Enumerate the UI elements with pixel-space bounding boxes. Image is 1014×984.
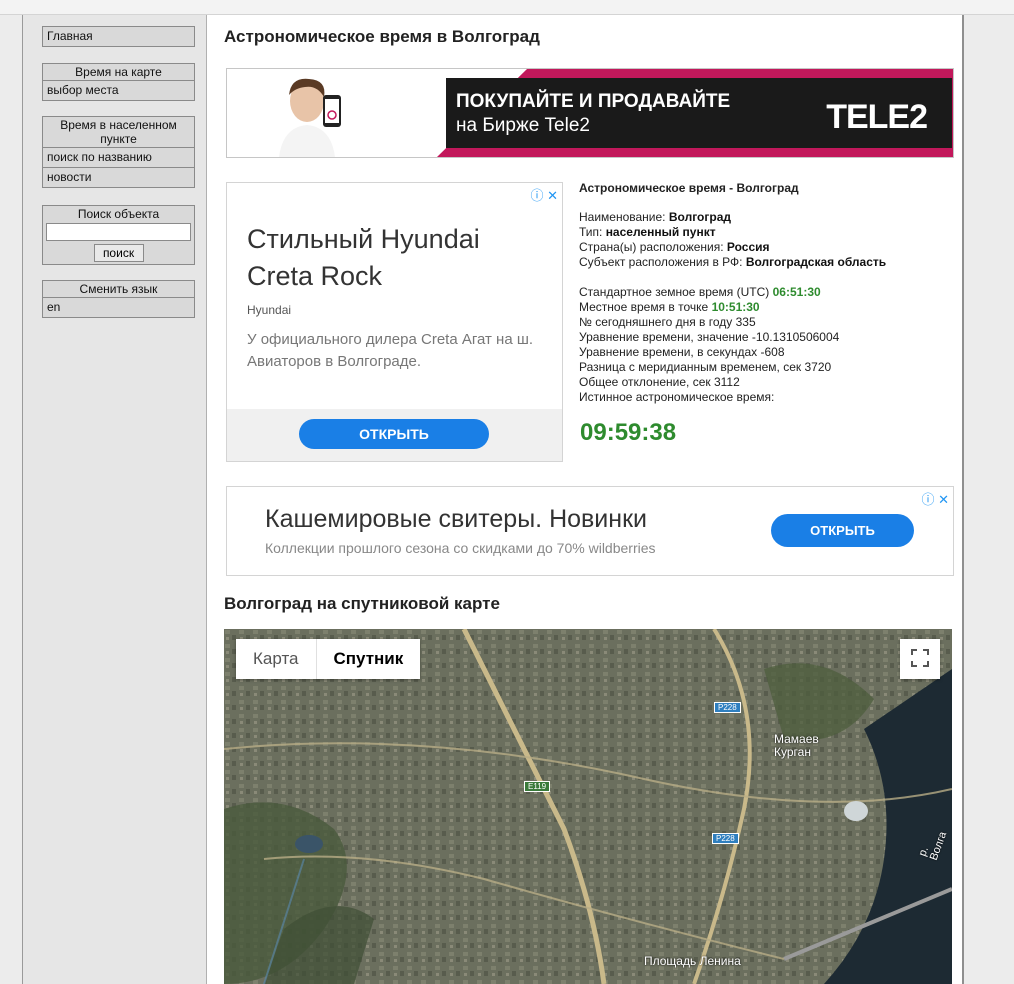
time-info-group: Стандартное земное время (UTC) 06:51:30 … [579, 285, 949, 405]
fullscreen-button[interactable] [900, 639, 940, 679]
astro-info-block: Астрономическое время - Волгоград Наимен… [579, 181, 949, 405]
language-en-link[interactable]: en [43, 297, 194, 317]
person-with-phone-icon [279, 78, 341, 157]
region-value: Волгоградская область [745, 255, 887, 269]
road-badge-p228-b: P228 [712, 833, 739, 844]
name-row: Наименование: Волгоград [579, 210, 949, 225]
tele2-line2: на Бирже Tele2 [456, 115, 590, 136]
left-margin [0, 15, 23, 984]
home-box: Главная [42, 26, 195, 47]
hyundai-ad[interactable]: ⓘ ✕ Стильный Hyundai Creta Rock Hyundai … [226, 182, 563, 462]
map-label-ploshchad: Площадь Ленина [644, 954, 741, 968]
true-time-label: Истинное астрономическое время: [579, 390, 775, 404]
city-time-header: Время в населенном пункте [60, 118, 177, 146]
tele2-line1: ПОКУПАЙТЕ И ПРОДАВАЙТЕ [456, 91, 731, 112]
hyundai-ad-brand: Hyundai [247, 303, 292, 317]
utc-value: 06:51:30 [772, 285, 821, 299]
map-type-satellite-button[interactable]: Спутник [315, 639, 421, 679]
page-title: Астрономическое время в Волгоград [224, 27, 540, 46]
region-label: Субъект расположения в РФ: [579, 255, 743, 269]
hyundai-ad-description: У официального дилера Creta Агат на ш. А… [247, 331, 534, 370]
eq-seconds-label: Уравнение времени, в секундах [579, 345, 758, 359]
map-type-control: Карта Спутник [236, 639, 421, 679]
main-content: Астрономическое время в Волгоград ПОКУПА… [207, 15, 963, 984]
meridian-row: Разница с меридианным временем, сек 3720 [579, 360, 949, 375]
hyundai-open-button[interactable]: ОТКРЫТЬ [299, 419, 489, 449]
ad-choices-icon[interactable]: ⓘ ✕ [921, 489, 949, 508]
eq-seconds-value: -608 [760, 345, 785, 359]
deviation-label: Общее отклонение, сек [579, 375, 711, 389]
eq-label: Уравнение времени, значение [579, 330, 749, 344]
local-row: Местное время в точке 10:51:30 [579, 300, 949, 315]
eq-value: -10.1310506004 [751, 330, 840, 344]
type-row: Тип: населенный пункт [579, 225, 949, 240]
region-row: Субъект расположения в РФ: Волгоградская… [579, 255, 949, 270]
object-search-box: Поиск объекта поиск [42, 205, 195, 265]
wb-open-button[interactable]: ОТКРЫТЬ [771, 514, 914, 547]
country-row: Страна(ы) расположения: Россия [579, 240, 949, 255]
type-value: населенный пункт [605, 225, 716, 239]
hyundai-ad-footer: ОТКРЫТЬ [227, 409, 562, 461]
search-by-name-link[interactable]: поиск по названию [43, 147, 194, 167]
day-row: № сегодняшнего дня в году 335 [579, 315, 949, 330]
object-search-input[interactable] [46, 223, 191, 241]
tele2-ad-text: ПОКУПАЙТЕ И ПРОДАВАЙТЕ на Бирже Tele2 [456, 90, 730, 138]
meridian-value: 3720 [804, 360, 832, 374]
meridian-label: Разница с меридианным временем, сек [579, 360, 802, 374]
name-value: Волгоград [668, 210, 731, 224]
road-badge-p228-a: P228 [714, 702, 741, 713]
object-search-header: Поиск объекта [77, 207, 160, 221]
home-link[interactable]: Главная [43, 27, 194, 46]
browser-top-strip [0, 0, 1014, 15]
name-label: Наименование: [579, 210, 666, 224]
map-section-title: Волгоград на спутниковой карте [224, 594, 500, 613]
language-header: Сменить язык [79, 282, 158, 296]
day-value: 335 [735, 315, 756, 329]
choose-place-link[interactable]: выбор места [43, 80, 194, 100]
deviation-row: Общее отклонение, сек 3112 [579, 375, 949, 390]
hyundai-ad-title[interactable]: Стильный Hyundai Creta Rock [247, 221, 537, 295]
local-value: 10:51:30 [711, 300, 760, 314]
astro-info-title: Астрономическое время - Волгоград [579, 181, 799, 195]
tele2-banner-ad[interactable]: ПОКУПАЙТЕ И ПРОДАВАЙТЕ на Бирже Tele2 TE… [226, 68, 954, 158]
day-label: № сегодняшнего дня в году [579, 315, 733, 329]
search-button[interactable]: поиск [93, 244, 144, 262]
place-info-group: Наименование: Волгоград Тип: населенный … [579, 210, 949, 270]
satellite-imagery [224, 629, 952, 984]
satellite-map[interactable]: Мамаев Курган Площадь Ленина р. Волга P2… [224, 629, 952, 984]
sidebar: Главная Время на карте выбор места Время… [23, 15, 207, 984]
tele2-logo: TELE2 [826, 98, 928, 136]
wb-ad-title[interactable]: Кашемировые свитеры. Новинки [265, 505, 647, 534]
map-label-mamaev: Мамаев Курган [774, 732, 819, 759]
city-time-box: Время в населенном пункте поиск по назва… [42, 116, 195, 188]
country-label: Страна(ы) расположения: [579, 240, 724, 254]
eq-seconds-row: Уравнение времени, в секундах -608 [579, 345, 949, 360]
eq-row: Уравнение времени, значение -10.13105060… [579, 330, 949, 345]
local-label: Местное время в точке [579, 300, 709, 314]
language-box: Сменить язык en [42, 280, 195, 318]
map-type-map-button[interactable]: Карта [236, 639, 316, 679]
wildberries-ad[interactable]: ⓘ ✕ Кашемировые свитеры. Новинки Коллекц… [226, 486, 954, 576]
map-time-box: Время на карте выбор места [42, 63, 195, 101]
map-time-header: Время на карте [75, 65, 162, 79]
country-value: Россия [726, 240, 770, 254]
news-link[interactable]: новости [43, 167, 194, 187]
utc-label: Стандартное земное время (UTC) [579, 285, 770, 299]
deviation-value: 3112 [713, 375, 740, 389]
utc-row: Стандартное земное время (UTC) 06:51:30 [579, 285, 949, 300]
type-label: Тип: [579, 225, 603, 239]
right-margin [964, 15, 1014, 984]
wb-ad-subtitle: Коллекции прошлого сезона со скидками до… [265, 540, 656, 556]
fullscreen-icon [911, 648, 929, 667]
true-astro-time: 09:59:38 [580, 419, 677, 446]
ad-choices-icon[interactable]: ⓘ ✕ [530, 185, 558, 204]
road-badge-e119: E119 [524, 781, 551, 792]
